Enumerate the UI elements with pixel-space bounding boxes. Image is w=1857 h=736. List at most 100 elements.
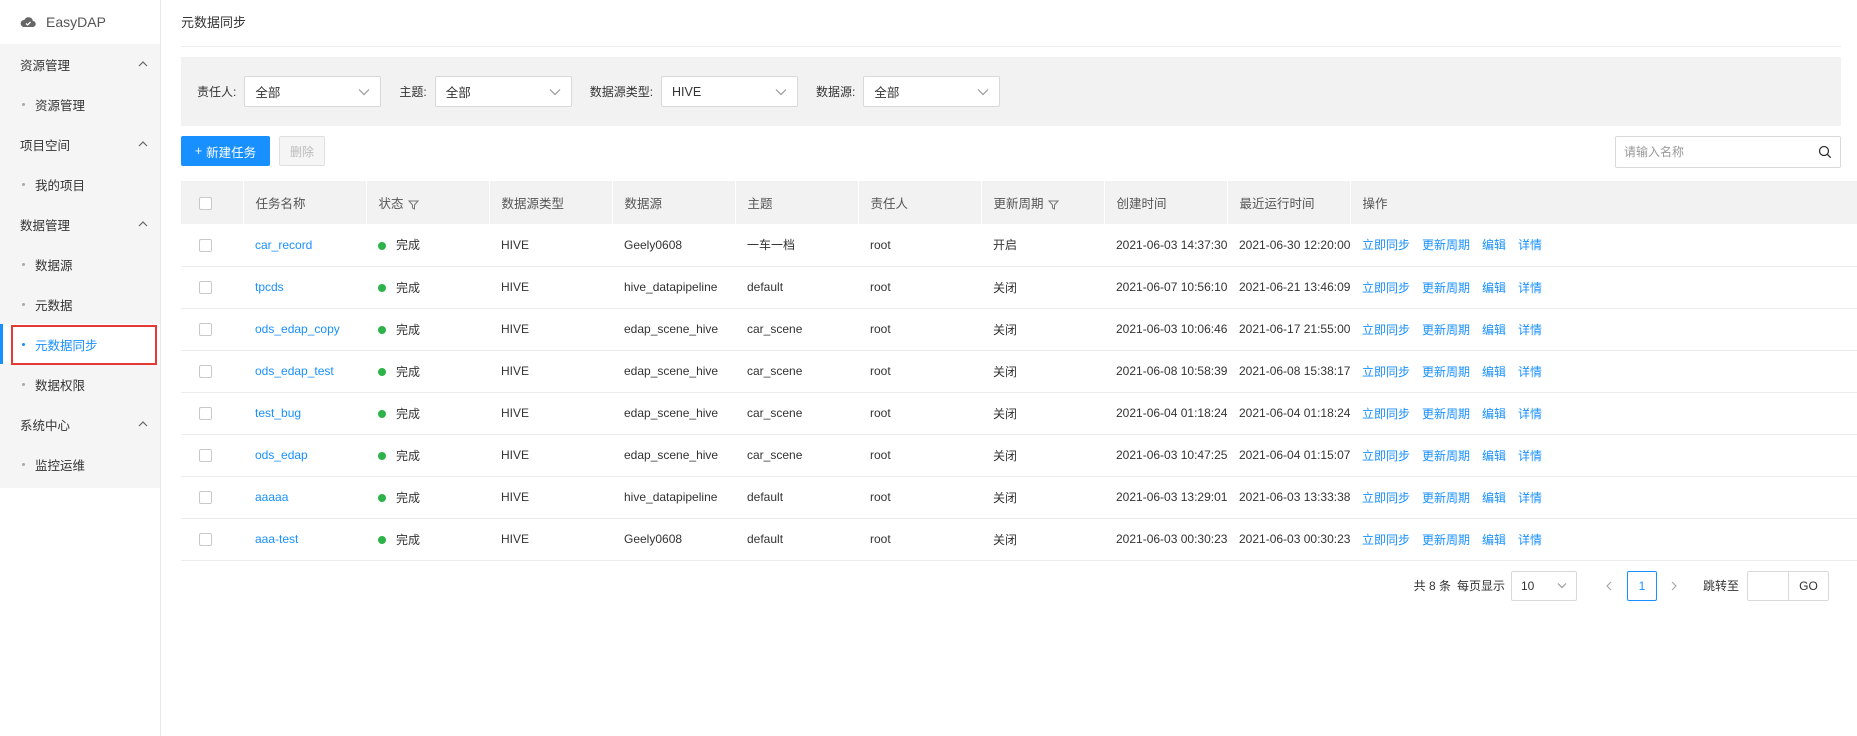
created-cell: 2021-06-03 00:30:23 [1116, 532, 1228, 546]
sidebar-item-metadata-sync[interactable]: 元数据同步 [0, 324, 160, 364]
edit-link[interactable]: 编辑 [1482, 281, 1506, 295]
table-row[interactable]: ods_edap 完成 HIVE edap_scene_hive car_scene ro… [181, 434, 1857, 476]
owner-select-value: 全部 [255, 86, 281, 100]
table-row[interactable]: ods_edap_test 完成 HIVE edap_scene_hive car_sc… [181, 350, 1857, 392]
details-link[interactable]: 详情 [1518, 238, 1542, 252]
details-link[interactable]: 详情 [1518, 407, 1542, 421]
sync-now-link[interactable]: 立即同步 [1362, 365, 1410, 379]
menu-group-system[interactable]: 系统中心 [0, 404, 160, 444]
topic-select[interactable]: 全部 [434, 76, 572, 107]
task-name-link[interactable]: tpcds [255, 280, 284, 294]
sidebar-item-resource-management[interactable]: 资源管理 [0, 84, 160, 124]
details-link[interactable]: 详情 [1518, 533, 1542, 547]
source-type-select[interactable]: HIVE [661, 76, 799, 107]
new-task-label: 新建任务 [206, 145, 257, 160]
sidebar-item-metadata[interactable]: 元数据 [0, 284, 160, 324]
table-row[interactable]: aaa-test 完成 HIVE Geely0608 default root 关闭 2021… [181, 518, 1857, 560]
filter-icon[interactable] [1047, 200, 1059, 210]
details-link[interactable]: 详情 [1518, 449, 1542, 463]
sidebar-item-datasource[interactable]: 数据源 [0, 244, 160, 284]
sidebar-item-monitoring[interactable]: 监控运维 [0, 444, 160, 484]
owner-cell: root [870, 532, 891, 546]
update-cycle-link[interactable]: 更新周期 [1422, 449, 1470, 463]
row-checkbox[interactable] [199, 323, 212, 337]
jump-label: 跳转至 [1702, 579, 1739, 593]
sync-now-link[interactable]: 立即同步 [1362, 238, 1410, 252]
delete-button[interactable]: 删除 [279, 136, 325, 166]
sidebar-item-data-permission[interactable]: 数据权限 [0, 364, 160, 404]
task-name-link[interactable]: test_bug [255, 406, 301, 420]
row-checkbox[interactable] [199, 365, 212, 379]
owner-select[interactable]: 全部 [244, 76, 382, 107]
row-checkbox[interactable] [199, 281, 212, 295]
row-checkbox[interactable] [199, 491, 212, 505]
details-link[interactable]: 详情 [1518, 365, 1542, 379]
task-name-link[interactable]: ods_edap_copy [255, 322, 340, 336]
source-select[interactable]: 全部 [863, 76, 1001, 107]
table-row[interactable]: ods_edap_copy 完成 HIVE edap_scene_hive car_sc… [181, 308, 1857, 350]
topic-cell: 一车一档 [747, 238, 796, 253]
details-link[interactable]: 详情 [1518, 491, 1542, 505]
jump-page-input[interactable] [1747, 570, 1789, 601]
update-cycle-link[interactable]: 更新周期 [1422, 281, 1470, 295]
task-name-link[interactable]: ods_edap [255, 448, 308, 462]
update-cycle-link[interactable]: 更新周期 [1422, 365, 1470, 379]
status-dot-icon [378, 452, 386, 461]
task-name-link[interactable]: car_record [255, 238, 312, 252]
prev-page-button[interactable] [1597, 571, 1621, 601]
sync-now-link[interactable]: 立即同步 [1362, 281, 1410, 295]
details-link[interactable]: 详情 [1518, 281, 1542, 295]
details-link[interactable]: 详情 [1518, 323, 1542, 337]
edit-link[interactable]: 编辑 [1482, 407, 1506, 421]
task-name-link[interactable]: ods_edap_test [255, 364, 334, 378]
row-checkbox[interactable] [199, 533, 212, 547]
update-cycle-link[interactable]: 更新周期 [1422, 533, 1470, 547]
menu-group-project[interactable]: 项目空间 [0, 124, 160, 164]
row-checkbox[interactable] [199, 407, 212, 421]
row-checkbox[interactable] [199, 449, 212, 463]
edit-link[interactable]: 编辑 [1482, 323, 1506, 337]
sidebar-item-my-projects[interactable]: 我的项目 [0, 164, 160, 204]
go-button[interactable]: GO [1789, 570, 1829, 601]
row-checkbox[interactable] [199, 238, 212, 252]
source-type-cell: HIVE [501, 364, 530, 378]
menu-group-data[interactable]: 数据管理 [0, 204, 160, 244]
menu-group-resource[interactable]: 资源管理 [0, 44, 160, 84]
edit-link[interactable]: 编辑 [1482, 365, 1506, 379]
sync-now-link[interactable]: 立即同步 [1362, 449, 1410, 463]
owner-cell: root [870, 406, 891, 420]
sync-now-link[interactable]: 立即同步 [1362, 407, 1410, 421]
task-name-link[interactable]: aaa-test [255, 532, 298, 546]
select-all-checkbox[interactable] [199, 196, 212, 210]
table-row[interactable]: car_record 完成 HIVE Geely0608 一车一档 root 开启 2021-… [181, 224, 1857, 266]
update-cycle-link[interactable]: 更新周期 [1422, 491, 1470, 505]
page-size-select[interactable]: 10 [1510, 570, 1577, 601]
edit-link[interactable]: 编辑 [1482, 238, 1506, 252]
edit-link[interactable]: 编辑 [1482, 449, 1506, 463]
table-row[interactable]: test_bug 完成 HIVE edap_scene_hive car_scene ro… [181, 392, 1857, 434]
edit-link[interactable]: 编辑 [1482, 491, 1506, 505]
update-cycle-link[interactable]: 更新周期 [1422, 407, 1470, 421]
update-cycle-link[interactable]: 更新周期 [1422, 323, 1470, 337]
task-name-link[interactable]: aaaaa [255, 490, 288, 504]
col-header-cycle[interactable]: 更新周期 [981, 181, 1105, 224]
search-icon[interactable] [1818, 145, 1832, 159]
new-task-button[interactable]: + 新建任务 [181, 136, 270, 166]
source-cell: edap_scene_hive [624, 448, 719, 462]
edit-link[interactable]: 编辑 [1482, 533, 1506, 547]
search-input[interactable] [1624, 145, 1818, 159]
page-number-current[interactable]: 1 [1626, 570, 1657, 601]
filter-icon[interactable] [407, 200, 419, 210]
table-row[interactable]: aaaaa 完成 HIVE hive_datapipeline default root 关… [181, 476, 1857, 518]
row-select-cell [181, 392, 243, 434]
sync-now-link[interactable]: 立即同步 [1362, 491, 1410, 505]
update-cycle-link[interactable]: 更新周期 [1422, 238, 1470, 252]
table-row[interactable]: tpcds 完成 HIVE hive_datapipeline default root 关… [181, 266, 1857, 308]
created-cell: 2021-06-04 01:18:24 [1116, 406, 1228, 420]
col-header-status[interactable]: 状态 [366, 181, 490, 224]
next-page-button[interactable] [1663, 571, 1687, 601]
last-run-cell: 2021-06-04 01:18:24 [1239, 406, 1351, 420]
sync-now-link[interactable]: 立即同步 [1362, 533, 1410, 547]
sync-now-link[interactable]: 立即同步 [1362, 323, 1410, 337]
app-logo[interactable]: EasyDAP [0, 0, 160, 44]
